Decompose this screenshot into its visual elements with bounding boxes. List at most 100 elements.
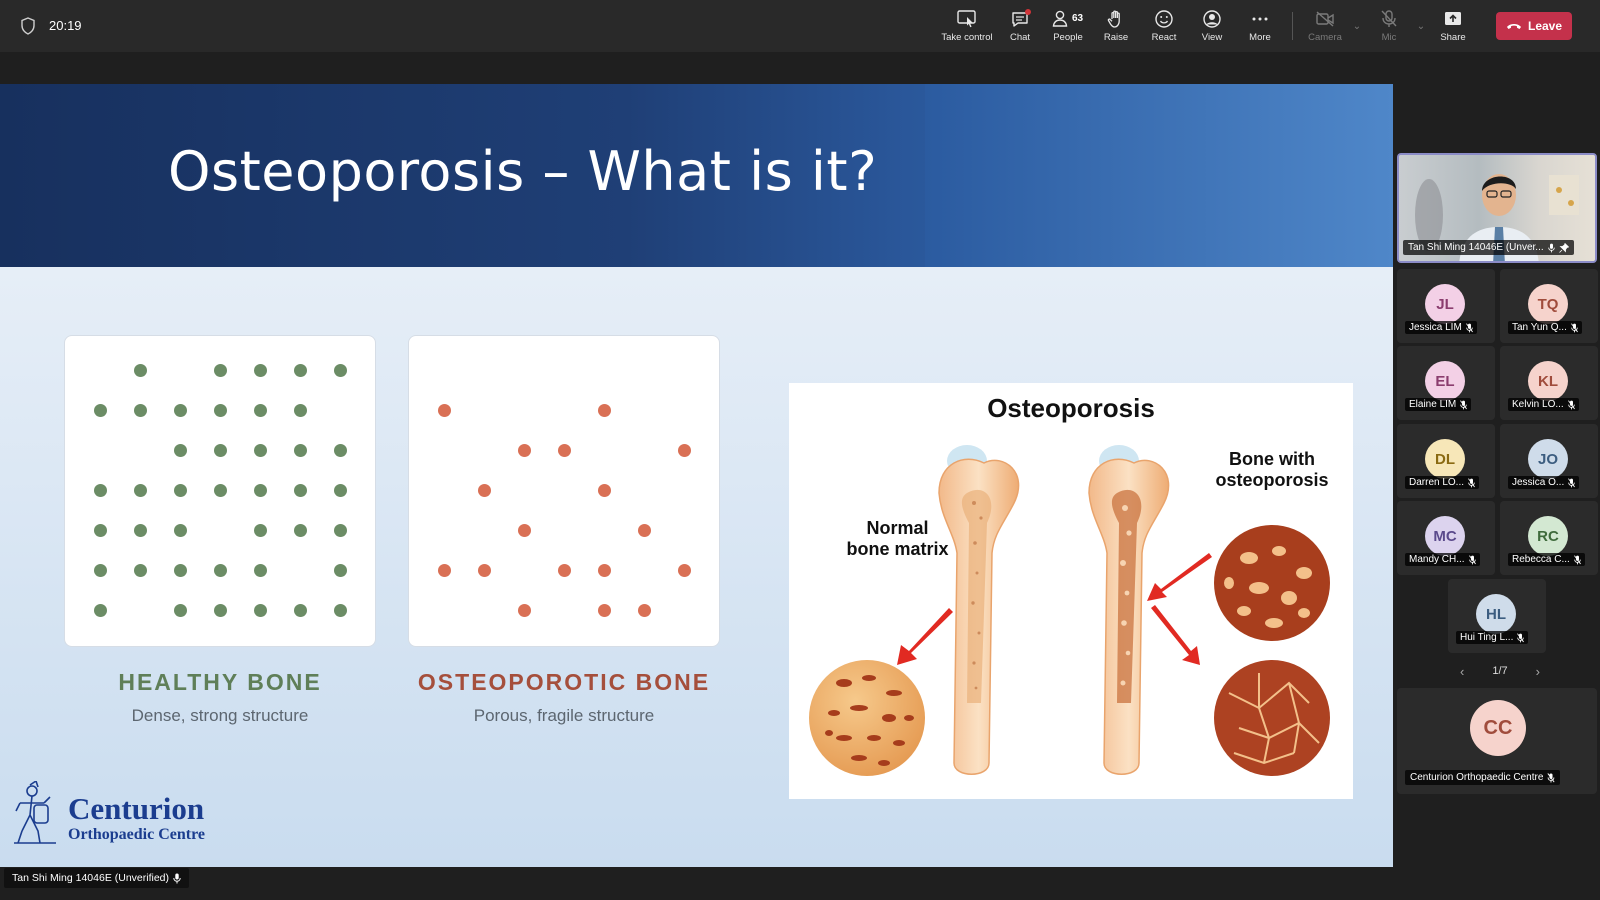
- bone-density-dot: [214, 404, 227, 417]
- normal-bone: [938, 445, 1020, 775]
- logo-name: Centurion: [68, 791, 205, 826]
- participant-tile[interactable]: JO Jessica O...: [1500, 424, 1598, 498]
- org-tile-label: Centurion Orthopaedic Centre: [1410, 772, 1544, 783]
- bone-density-dot: [94, 484, 107, 497]
- bone-density-dot: [478, 564, 491, 577]
- bone-density-dot: [334, 524, 347, 537]
- header-accent-panel: [925, 84, 1393, 267]
- next-page-chevron-icon[interactable]: ›: [1536, 664, 1540, 679]
- bone-density-dot: [438, 564, 451, 577]
- mic-button[interactable]: Mic: [1365, 0, 1413, 52]
- bone-density-dot: [558, 564, 571, 577]
- bone-density-dot: [254, 444, 267, 457]
- leave-label: Leave: [1527, 19, 1563, 33]
- participant-tile[interactable]: EL Elaine LIM: [1397, 346, 1495, 420]
- participant-name: Kelvin LO...: [1512, 399, 1564, 410]
- chat-button[interactable]: Chat: [996, 0, 1044, 52]
- participant-tile[interactable]: KL Kelvin LO...: [1500, 346, 1598, 420]
- react-button[interactable]: React: [1140, 0, 1188, 52]
- osteoporotic-bone-title: OSTEOPOROTIC BONE: [417, 669, 711, 695]
- avatar: DL: [1425, 439, 1465, 479]
- mic-off-icon: [1567, 399, 1575, 409]
- meeting-toolbar: 20:19 Take control Chat 63 People Raise …: [0, 0, 1600, 52]
- camera-off-icon: [1316, 11, 1334, 27]
- mic-off-icon: [1568, 477, 1576, 487]
- avatar: TQ: [1528, 284, 1568, 324]
- bone-density-dot: [294, 484, 307, 497]
- more-icon: [1252, 17, 1268, 21]
- mic-options-chevron-icon[interactable]: ⌄: [1413, 0, 1429, 52]
- bone-density-dot: [134, 364, 147, 377]
- previous-page-chevron-icon[interactable]: ‹: [1460, 664, 1464, 679]
- avatar: MC: [1425, 516, 1465, 556]
- mic-icon: [1547, 243, 1555, 252]
- bone-density-dot: [174, 604, 187, 617]
- participant-tile[interactable]: HL Hui Ting L...: [1448, 579, 1546, 653]
- bone-density-dot: [214, 364, 227, 377]
- presenter-tile-name: Tan Shi Ming 14046E (Unver...: [1403, 240, 1574, 255]
- react-label: React: [1151, 32, 1177, 43]
- bone-density-dot: [214, 484, 227, 497]
- participant-name: Mandy CH...: [1409, 554, 1465, 565]
- people-button[interactable]: 63 People: [1044, 0, 1092, 52]
- bone-density-dot: [134, 404, 147, 417]
- presenter-name-tag: Tan Shi Ming 14046E (Unverified): [4, 868, 189, 888]
- slide-title: Osteoporosis – What is it?: [168, 140, 878, 203]
- view-button[interactable]: View: [1188, 0, 1236, 52]
- bone-density-dot: [94, 564, 107, 577]
- bone-density-dot: [558, 444, 571, 457]
- bone-density-dot: [214, 564, 227, 577]
- participant-name: Tan Yun Q...: [1512, 322, 1567, 333]
- participant-tile[interactable]: MC Mandy CH...: [1397, 501, 1495, 575]
- share-button[interactable]: Share: [1429, 0, 1477, 52]
- participant-name: Elaine LIM: [1409, 399, 1457, 410]
- participant-tile[interactable]: TQ Tan Yun Q...: [1500, 269, 1598, 343]
- presenter-video-tile[interactable]: Tan Shi Ming 14046E (Unver...: [1397, 153, 1597, 263]
- bone-density-dot: [334, 364, 347, 377]
- phone-hangup-icon: [1506, 24, 1521, 29]
- osteoporosis-diagram: Osteoporosis Normal bone matrix Bone wit…: [789, 383, 1353, 799]
- bone-density-dot: [214, 604, 227, 617]
- take-control-label: Take control: [941, 32, 993, 43]
- bone-density-dot: [334, 444, 347, 457]
- healthy-bone-card: [64, 335, 376, 647]
- bone-density-dot: [134, 564, 147, 577]
- camera-options-chevron-icon[interactable]: ⌄: [1349, 0, 1365, 52]
- bone-density-dot: [254, 484, 267, 497]
- more-label: More: [1249, 32, 1271, 43]
- participant-name-tag: Hui Ting L...: [1456, 631, 1529, 644]
- view-label: View: [1201, 32, 1223, 43]
- avatar: HL: [1476, 594, 1516, 634]
- bone-density-dot: [518, 604, 531, 617]
- participant-name-tag: Mandy CH...: [1405, 553, 1480, 566]
- more-button[interactable]: More: [1236, 0, 1284, 52]
- bone-density-dot: [334, 604, 347, 617]
- bone-density-dot: [334, 484, 347, 497]
- share-icon: [1445, 12, 1461, 25]
- participant-name: Jessica O...: [1512, 477, 1565, 488]
- mic-off-icon: [1468, 554, 1476, 564]
- bone-density-dot: [478, 484, 491, 497]
- camera-button[interactable]: Camera: [1301, 0, 1349, 52]
- mic-off-icon: [1381, 10, 1397, 27]
- mic-off-icon: [1460, 399, 1468, 409]
- mic-off-icon: [1547, 772, 1555, 783]
- osteoporotic-bone-subtitle: Porous, fragile structure: [473, 706, 655, 725]
- participant-tile[interactable]: DL Darren LO...: [1397, 424, 1495, 498]
- org-tile-name: Centurion Orthopaedic Centre: [1405, 770, 1561, 785]
- bone-density-dot: [294, 404, 307, 417]
- leave-button[interactable]: Leave: [1496, 12, 1572, 40]
- raise-label: Raise: [1103, 32, 1129, 43]
- pin-icon: [1558, 242, 1569, 253]
- raise-hand-button[interactable]: Raise: [1092, 0, 1140, 52]
- bone-density-dot: [174, 484, 187, 497]
- mic-off-icon: [1465, 322, 1473, 332]
- take-control-button[interactable]: Take control: [938, 0, 996, 52]
- participant-tile[interactable]: JL Jessica LIM: [1397, 269, 1495, 343]
- participant-name-tag: Rebecca C...: [1508, 553, 1585, 566]
- org-participant-tile[interactable]: CC Centurion Orthopaedic Centre: [1397, 688, 1597, 794]
- bone-density-dot: [518, 444, 531, 457]
- bone-density-dot: [94, 604, 107, 617]
- bone-density-dot: [678, 564, 691, 577]
- participant-tile[interactable]: RC Rebecca C...: [1500, 501, 1598, 575]
